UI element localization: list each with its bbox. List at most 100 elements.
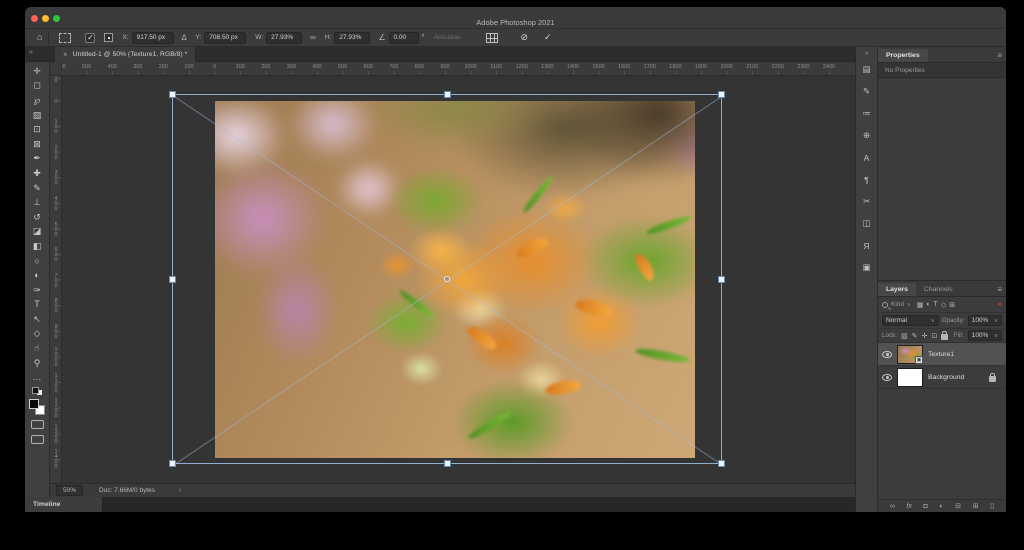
height-scale-field[interactable]: 27.93% [334,32,370,44]
default-colors-icon[interactable] [32,387,42,395]
transform-bounding-box[interactable] [172,94,722,464]
layer-row-texture1[interactable]: ▣ Texture1 [878,343,1006,366]
dock-collapse-icon[interactable]: « [865,51,868,57]
toolbar-collapse-icon[interactable]: » [29,49,33,56]
visibility-eye-icon[interactable] [882,374,892,381]
reference-point-locator-icon[interactable] [104,33,113,42]
hand-tool[interactable]: ☝ [28,341,47,356]
spot-healing-brush-tool[interactable]: ✚ [28,166,47,181]
adjustments-panel-icon[interactable]: ◫ [858,215,876,232]
crop-tool[interactable]: ⊡ [28,122,47,137]
tab-layers[interactable]: Layers [878,283,916,296]
transform-handle-top-center[interactable] [444,91,451,98]
properties-menu-icon[interactable]: ≡ [997,51,1002,60]
delete-layer-icon[interactable]: ▯ [990,502,994,510]
layer-thumbnail[interactable] [897,368,923,387]
history-brush-tool[interactable]: ↺ [28,210,47,225]
kind-filter-label[interactable]: Kind [891,301,904,308]
filter-adjustment-layers-icon[interactable]: ◐ [926,301,930,308]
brush-settings-panel-icon[interactable]: ✎ [858,83,876,100]
zoom-level-field[interactable]: 50% [56,485,83,496]
foreground-color-swatch[interactable] [29,399,39,409]
lasso-tool[interactable]: ℘ [28,93,47,108]
tab-channels[interactable]: Channels [916,283,961,296]
eyedropper-tool[interactable]: ✒ [28,152,47,167]
width-scale-field[interactable]: 27.93% [266,32,302,44]
toggle-reference-point-checkbox[interactable]: ✓ [85,33,95,43]
filter-pixel-layers-icon[interactable]: ▦ [917,301,924,309]
layer-mask-icon[interactable]: ◘ [924,503,928,510]
styles-panel-icon[interactable]: ▣ [858,259,876,276]
lock-position-icon[interactable]: ✛ [922,332,928,340]
dodge-tool[interactable]: ◐ [28,268,47,283]
x-position-field[interactable]: 917.50 px [132,32,174,44]
rectangular-marquee-tool[interactable]: ◻ [28,79,47,94]
layer-name[interactable]: Background [928,374,964,381]
swatches-panel-icon[interactable]: ▤ [858,61,876,78]
clone-stamp-tool[interactable]: ⊥ [28,195,47,210]
new-layer-icon[interactable]: ⊞ [973,502,979,510]
lock-all-icon[interactable] [941,334,948,340]
current-tool-icon[interactable] [59,33,71,43]
adjustment-layer-icon[interactable]: ◐ [939,503,943,510]
object-selection-tool[interactable]: ▧ [28,108,47,123]
transform-handle-middle-right[interactable] [718,276,725,283]
timeline-tab[interactable]: Timeline [25,497,103,512]
visibility-eye-icon[interactable] [882,351,892,358]
frame-tool[interactable]: ⊠ [28,137,47,152]
tab-properties[interactable]: Properties [878,49,928,62]
fill-select[interactable]: 100% ∨ [968,330,1002,341]
move-tool[interactable]: ✛ [28,64,47,79]
clone-source-panel-icon[interactable]: ⊕ [858,127,876,144]
filter-toggle-icon[interactable]: ● [998,301,1002,308]
lock-artboard-icon[interactable]: ⊡ [931,332,937,340]
document-tab[interactable]: × Untitled-1 @ 50% (Texture1, RGB/8) * [55,47,196,62]
layer-group-icon[interactable]: ⊟ [955,502,961,510]
relative-positioning-icon[interactable]: ∆ [182,33,187,42]
filter-smart-objects-icon[interactable]: ⊞ [949,301,955,309]
eraser-tool[interactable]: ◪ [28,225,47,240]
transform-reference-point[interactable] [444,276,450,282]
opacity-select[interactable]: 100% ∨ [968,315,1002,326]
foreground-background-swatches[interactable] [29,399,45,415]
glyphs-panel-icon[interactable]: Я [858,237,876,254]
transform-handle-top-left[interactable] [169,91,176,98]
brush-tool[interactable]: ✎ [28,181,47,196]
layer-name[interactable]: Texture1 [928,351,954,358]
transform-handle-bottom-right[interactable] [718,460,725,467]
warp-mode-toggle-icon[interactable] [486,33,498,43]
filter-shape-layers-icon[interactable]: ◇ [941,301,946,309]
edit-toolbar-button[interactable]: … [28,370,47,385]
cancel-transform-button[interactable]: ⊘ [520,32,528,43]
layers-menu-icon[interactable]: ≡ [997,285,1002,294]
path-selection-tool[interactable]: ↖ [28,312,47,327]
lock-image-pixels-icon[interactable]: ✎ [912,332,918,340]
quick-mask-icon[interactable] [31,420,44,429]
layer-effects-icon[interactable]: fx [906,503,911,510]
layer-thumbnail[interactable]: ▣ [897,345,923,364]
transform-handle-top-right[interactable] [718,91,725,98]
blur-tool[interactable]: ○ [28,254,47,269]
libraries-panel-icon[interactable]: ✂ [858,193,876,210]
status-chevron-icon[interactable]: › [179,487,181,494]
lock-transparent-pixels-icon[interactable]: ▨ [901,332,908,340]
filter-type-layers-icon[interactable]: T [934,301,938,308]
y-position-field[interactable]: 708.50 px [204,32,246,44]
gradient-tool[interactable]: ◧ [28,239,47,254]
transform-handle-bottom-center[interactable] [444,460,451,467]
transform-handle-middle-left[interactable] [169,276,176,283]
maintain-aspect-ratio-icon[interactable]: ∞ [310,33,316,42]
type-tool[interactable]: T [28,298,47,313]
zoom-tool[interactable]: ⚲ [28,356,47,371]
canvas-area[interactable] [62,76,855,483]
screen-mode-icon[interactable] [31,435,44,444]
pen-tool[interactable]: ✑ [28,283,47,298]
shape-tool[interactable]: ◇ [28,327,47,342]
link-layers-icon[interactable]: ∞ [890,503,895,510]
rotation-angle-field[interactable]: 0.00 [389,32,419,44]
layer-row-background[interactable]: Background [878,366,1006,389]
commit-transform-button[interactable]: ✓ [544,32,552,43]
blend-mode-select[interactable]: Normal ∨ [882,315,939,326]
transform-handle-bottom-left[interactable] [169,460,176,467]
kind-caret-icon[interactable]: ∨ [907,302,911,308]
